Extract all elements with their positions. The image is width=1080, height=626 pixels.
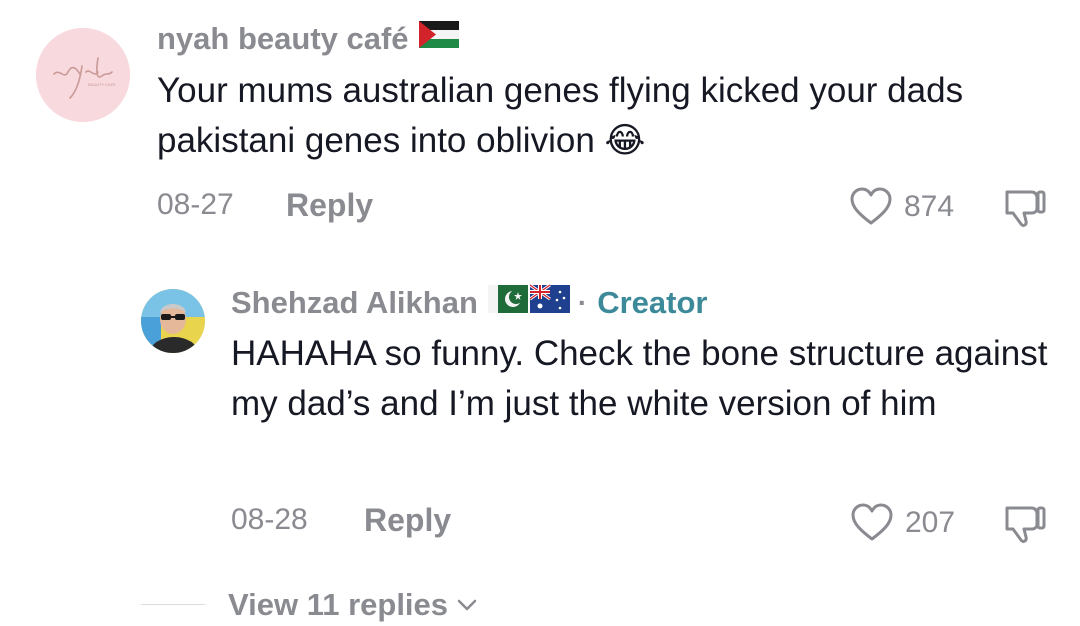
heart-icon (851, 503, 893, 541)
comment-date: 08-27 (157, 188, 234, 221)
reply-like-count: 207 (905, 506, 956, 539)
comment-username[interactable]: nyah beauty café (157, 21, 409, 57)
profile-photo-icon (141, 289, 205, 353)
reply-username-row: Shehzad Alikhan · Creator (231, 283, 708, 322)
australia-flag-icon (529, 283, 570, 322)
nyah-logo-icon: BEAUTY CAFE (36, 28, 130, 122)
comment-body: Your mums australian genes flying kicked… (157, 71, 964, 160)
reply-text: HAHAHA so funny. Check the bone structur… (231, 334, 1048, 423)
view-replies-label: View 11 replies (228, 587, 449, 622)
view-replies-button[interactable]: View 11 replies (228, 587, 478, 623)
comment-text: Your mums australian genes flying kicked… (157, 66, 1017, 166)
like-button[interactable] (849, 186, 893, 231)
dislike-button[interactable] (1001, 186, 1047, 233)
avatar-nyah-beauty-cafe[interactable]: BEAUTY CAFE (36, 28, 130, 122)
reply-reply-button[interactable]: Reply (364, 502, 451, 539)
comment-username-row: nyah beauty café (157, 20, 459, 58)
reply-like-button[interactable] (850, 502, 894, 547)
avatar-shehzad-alikhan[interactable] (141, 289, 205, 353)
reply-date: 08-28 (231, 503, 308, 536)
reply-dislike-button[interactable] (1001, 502, 1047, 549)
separator-dot: · (577, 287, 588, 318)
heart-icon (850, 187, 892, 225)
chevron-down-icon (456, 598, 478, 612)
replies-divider (141, 604, 205, 605)
reply-button[interactable]: Reply (286, 187, 373, 224)
thumbs-down-icon (1005, 190, 1046, 227)
creator-badge: Creator (597, 285, 708, 320)
avatar-subtext: BEAUTY CAFE (88, 82, 116, 87)
pakistan-flag-icon (487, 284, 528, 322)
palestine-flag-icon (418, 20, 459, 58)
like-count: 874 (904, 190, 955, 223)
thumbs-down-icon (1005, 506, 1046, 543)
reply-username[interactable]: Shehzad Alikhan (231, 285, 478, 321)
laughing-emoji-icon: 😂 (604, 121, 646, 160)
